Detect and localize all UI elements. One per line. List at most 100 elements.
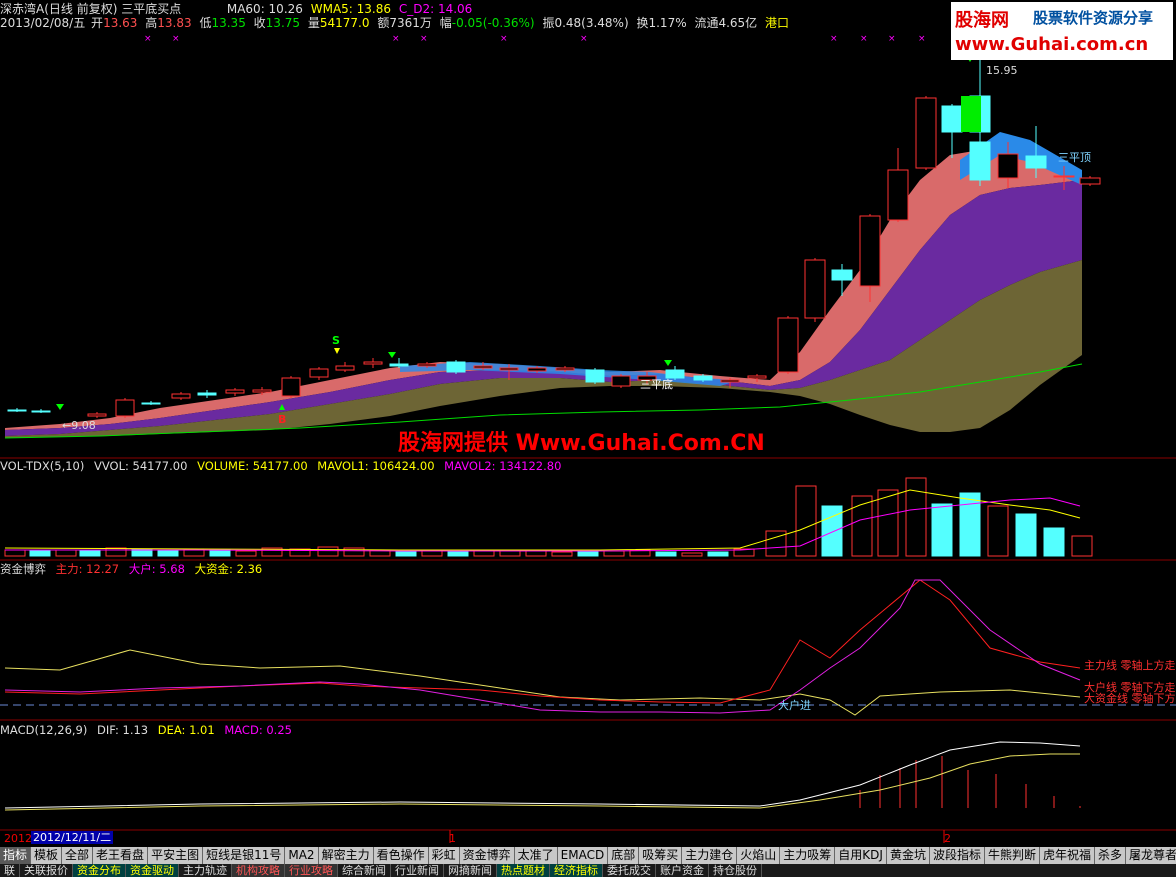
info-tab[interactable]: 资金分布 — [73, 864, 126, 877]
indicator-tab[interactable]: 主力吸筹 — [780, 847, 836, 864]
volume-bar — [577, 551, 599, 557]
top-marker: × — [580, 34, 588, 44]
triple-bottom-label: 三平底 — [640, 378, 673, 391]
info-tab[interactable]: 主力轨迹 — [179, 864, 232, 877]
indicator-tab[interactable]: EMACD — [558, 847, 609, 864]
indicator-tab[interactable]: 火焰山 — [737, 847, 781, 864]
volume-bar — [317, 546, 339, 557]
amount-label: 额 — [377, 16, 390, 30]
site-logo: 股海网 股票软件资源分享 www.Guhai.com.cn — [951, 2, 1173, 60]
candle-body — [527, 367, 547, 372]
indicator-tab[interactable]: 全部 — [62, 847, 94, 864]
indicator-tab[interactable]: 牛熊判断 — [985, 847, 1040, 864]
quote-date: 2013/02/08/五 — [0, 16, 86, 30]
info-tab[interactable]: 综合新闻 — [338, 864, 391, 877]
indicator-tab[interactable]: 资金博弈 — [460, 847, 515, 864]
indicator-tab[interactable]: 虎年祝福 — [1040, 847, 1095, 864]
candle-body — [969, 141, 991, 181]
vol-indicator-name: VOL-TDX(5,10) — [0, 459, 85, 473]
volume-bar — [851, 495, 873, 557]
price-low-marker: ←9.08 — [62, 419, 96, 432]
main-force-value: 主力: 12.27 — [55, 562, 120, 576]
info-tab[interactable]: 资金驱动 — [126, 864, 179, 877]
indicator-tab[interactable]: 底部 — [608, 847, 640, 864]
candle-body — [473, 365, 493, 369]
indicator-tab[interactable]: 屠龙尊者 — [1126, 847, 1176, 864]
volume-bar — [795, 485, 817, 557]
dif-line — [4, 741, 1081, 809]
volume-bar — [235, 550, 257, 557]
buy-signal-b: B — [278, 413, 287, 426]
big-player-value: 大户: 5.68 — [128, 562, 185, 576]
sell-arrow-icon — [334, 348, 340, 354]
vol-value: 54177.0 — [319, 16, 370, 30]
open-label: 开 — [91, 16, 104, 30]
indicator-tab[interactable]: 杀多 — [1095, 847, 1127, 864]
indicator-tab[interactable]: 彩虹 — [429, 847, 460, 864]
indicator-tab[interactable]: 自用KDJ — [835, 847, 887, 864]
big-fund-line — [4, 649, 1081, 716]
indicator-tab[interactable]: 解密主力 — [319, 847, 374, 864]
volume-bar — [79, 550, 101, 557]
info-tab[interactable]: 行业新闻 — [391, 864, 444, 877]
info-tab[interactable]: 联 — [0, 864, 20, 877]
logo-slogan: 股票软件资源分享 — [1033, 9, 1154, 27]
volume-bar — [959, 492, 981, 557]
indicator-tab[interactable]: 短线是银11号 — [203, 847, 286, 864]
top-marker: × — [860, 34, 868, 44]
indicator-tab[interactable]: 波段指标 — [930, 847, 985, 864]
info-tab[interactable]: 机构攻略 — [232, 864, 285, 877]
info-tab[interactable]: 经济指标 — [550, 864, 603, 877]
volume-bar — [395, 550, 417, 557]
candle-body — [446, 361, 466, 373]
candle-body — [777, 317, 799, 373]
main-force-annotation: 主力线 零轴上方走 — [1084, 659, 1176, 672]
float-cap-value: 流通4.65亿 — [694, 16, 758, 30]
top-marker: × — [888, 34, 896, 44]
open-value: 13.63 — [103, 16, 138, 30]
indicator-tab[interactable]: 平安主图 — [148, 847, 204, 864]
volume-bar — [681, 552, 703, 557]
top-marker: × — [144, 34, 152, 44]
candle-body — [7, 409, 27, 412]
info-tab[interactable]: 行业攻略 — [285, 864, 338, 877]
indicator-tab[interactable]: 主力建仓 — [682, 847, 738, 864]
volume-bar — [421, 550, 443, 557]
candle-body — [693, 375, 713, 381]
indicator-tab[interactable]: MA2 — [285, 847, 319, 864]
vol-label: 量 — [307, 16, 320, 30]
candle-body — [171, 393, 191, 399]
candle-body-highlight — [961, 96, 981, 132]
candle-body — [555, 367, 575, 371]
indicator-tab[interactable]: 指标 — [0, 847, 32, 864]
indicator-tab[interactable]: 太准了 — [515, 847, 558, 864]
indicator-tab[interactable]: 模板 — [31, 847, 63, 864]
indicator-tab[interactable]: 吸筹买 — [639, 847, 683, 864]
info-tab[interactable]: 热点题材 — [497, 864, 550, 877]
volume-bar — [877, 489, 899, 557]
indicator-tab[interactable]: 老王看盘 — [93, 847, 149, 864]
volume-bar — [105, 547, 127, 557]
indicator-tab[interactable]: 看色操作 — [374, 847, 429, 864]
top-marker: × — [172, 34, 180, 44]
volume-bar — [157, 549, 179, 557]
fund-panel-label: 资金博弈 主力: 12.27 大户: 5.68 大资金: 2.36 — [0, 562, 268, 576]
indicator-tab[interactable]: 黄金坑 — [887, 847, 930, 864]
volume-bar — [551, 551, 573, 557]
info-tab[interactable]: 委托成交 — [603, 864, 656, 877]
big-fund-value: 大资金: 2.36 — [194, 562, 263, 576]
info-tab[interactable]: 账户资金 — [656, 864, 709, 877]
candle-body — [1025, 155, 1047, 169]
macd-indicator-name: MACD(12,26,9) — [0, 723, 88, 737]
info-tab[interactable]: 关联报价 — [20, 864, 73, 877]
price-low-value: 9.08 — [71, 419, 96, 432]
volume-bar — [209, 549, 231, 557]
amount-value: 7361万 — [389, 16, 432, 30]
candle-body — [252, 389, 272, 393]
info-tab[interactable]: 网摘新闻 — [444, 864, 497, 877]
macd-value: MACD: 0.25 — [224, 723, 292, 737]
down-arrow-icon — [664, 360, 672, 366]
info-tab[interactable]: 持仓股份 — [709, 864, 762, 877]
candle-body — [611, 375, 631, 387]
top-marker: × — [500, 34, 508, 44]
